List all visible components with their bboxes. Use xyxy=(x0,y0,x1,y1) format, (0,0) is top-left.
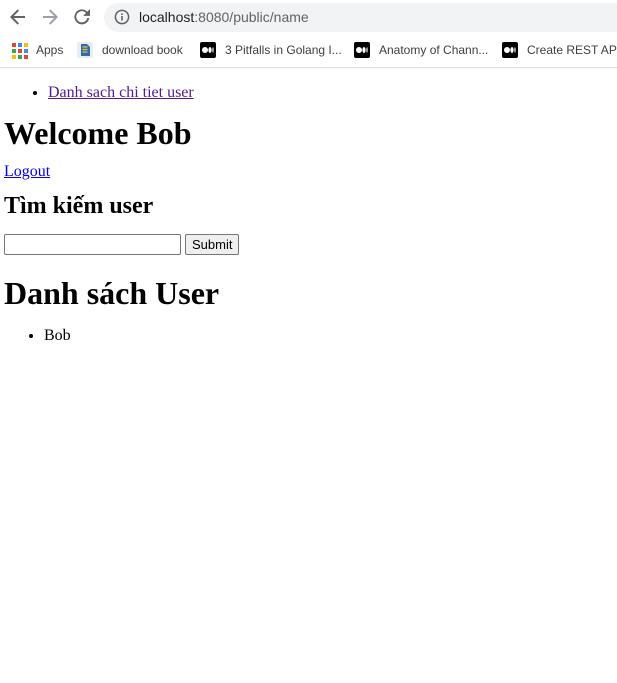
url-host: localhost xyxy=(139,9,195,25)
bookmarks-bar: Apps download book 3 Pitfalls in Golang … xyxy=(0,34,617,66)
user-list-heading: Danh sách User xyxy=(4,275,220,311)
browser-toolbar: localhost:8080/public/name xyxy=(0,0,617,34)
bookmark-download-book[interactable]: download book xyxy=(77,41,183,59)
reload-button[interactable] xyxy=(70,5,94,29)
nav-list: Danh sach chi tiet user xyxy=(8,84,609,102)
forward-button[interactable] xyxy=(38,5,62,29)
page-content: Danh sach chi tiet user Welcome Bob Logo… xyxy=(0,84,617,345)
url-path: :8080/public/name xyxy=(194,9,309,25)
back-arrow-icon xyxy=(10,9,25,25)
medium-icon xyxy=(502,42,518,58)
bookmark-label: Anatomy of Chann... xyxy=(379,43,489,57)
bookmark-label: 3 Pitfalls in Golang I... xyxy=(225,43,342,57)
url-text: localhost:8080/public/name xyxy=(139,9,309,25)
medium-icon xyxy=(354,42,370,58)
browser-chrome: localhost:8080/public/name Apps download… xyxy=(0,0,617,68)
address-bar[interactable]: localhost:8080/public/name xyxy=(104,3,617,32)
search-heading: Tìm kiếm user xyxy=(4,193,154,219)
bookmark-apps[interactable]: Apps xyxy=(11,41,63,59)
nav-list-item: Danh sach chi tiet user xyxy=(48,84,609,102)
user-list-item: Bob xyxy=(44,327,609,345)
user-list: Bob xyxy=(8,327,609,345)
bookmark-label: download book xyxy=(102,43,183,57)
search-form: Submit xyxy=(4,234,609,255)
back-button[interactable] xyxy=(6,5,30,29)
book-icon xyxy=(77,42,93,58)
reload-icon xyxy=(74,9,90,25)
search-input[interactable] xyxy=(4,234,181,255)
submit-button[interactable]: Submit xyxy=(185,234,240,255)
bookmark-label: Create REST API v xyxy=(527,43,617,57)
bookmark-create-rest-api[interactable]: Create REST API v xyxy=(502,41,617,59)
logout-link[interactable]: Logout xyxy=(4,163,50,180)
apps-icon xyxy=(11,42,28,59)
welcome-heading: Welcome Bob xyxy=(4,115,192,151)
bookmark-pitfalls-golang[interactable]: 3 Pitfalls in Golang I... xyxy=(200,41,342,59)
info-icon[interactable] xyxy=(114,9,130,25)
logout-paragraph: Logout xyxy=(4,163,609,181)
medium-icon xyxy=(200,42,216,58)
forward-arrow-icon xyxy=(43,9,58,25)
user-details-link[interactable]: Danh sach chi tiet user xyxy=(48,84,194,101)
bookmark-anatomy-channels[interactable]: Anatomy of Chann... xyxy=(354,41,488,59)
bookmark-label: Apps xyxy=(36,43,64,57)
